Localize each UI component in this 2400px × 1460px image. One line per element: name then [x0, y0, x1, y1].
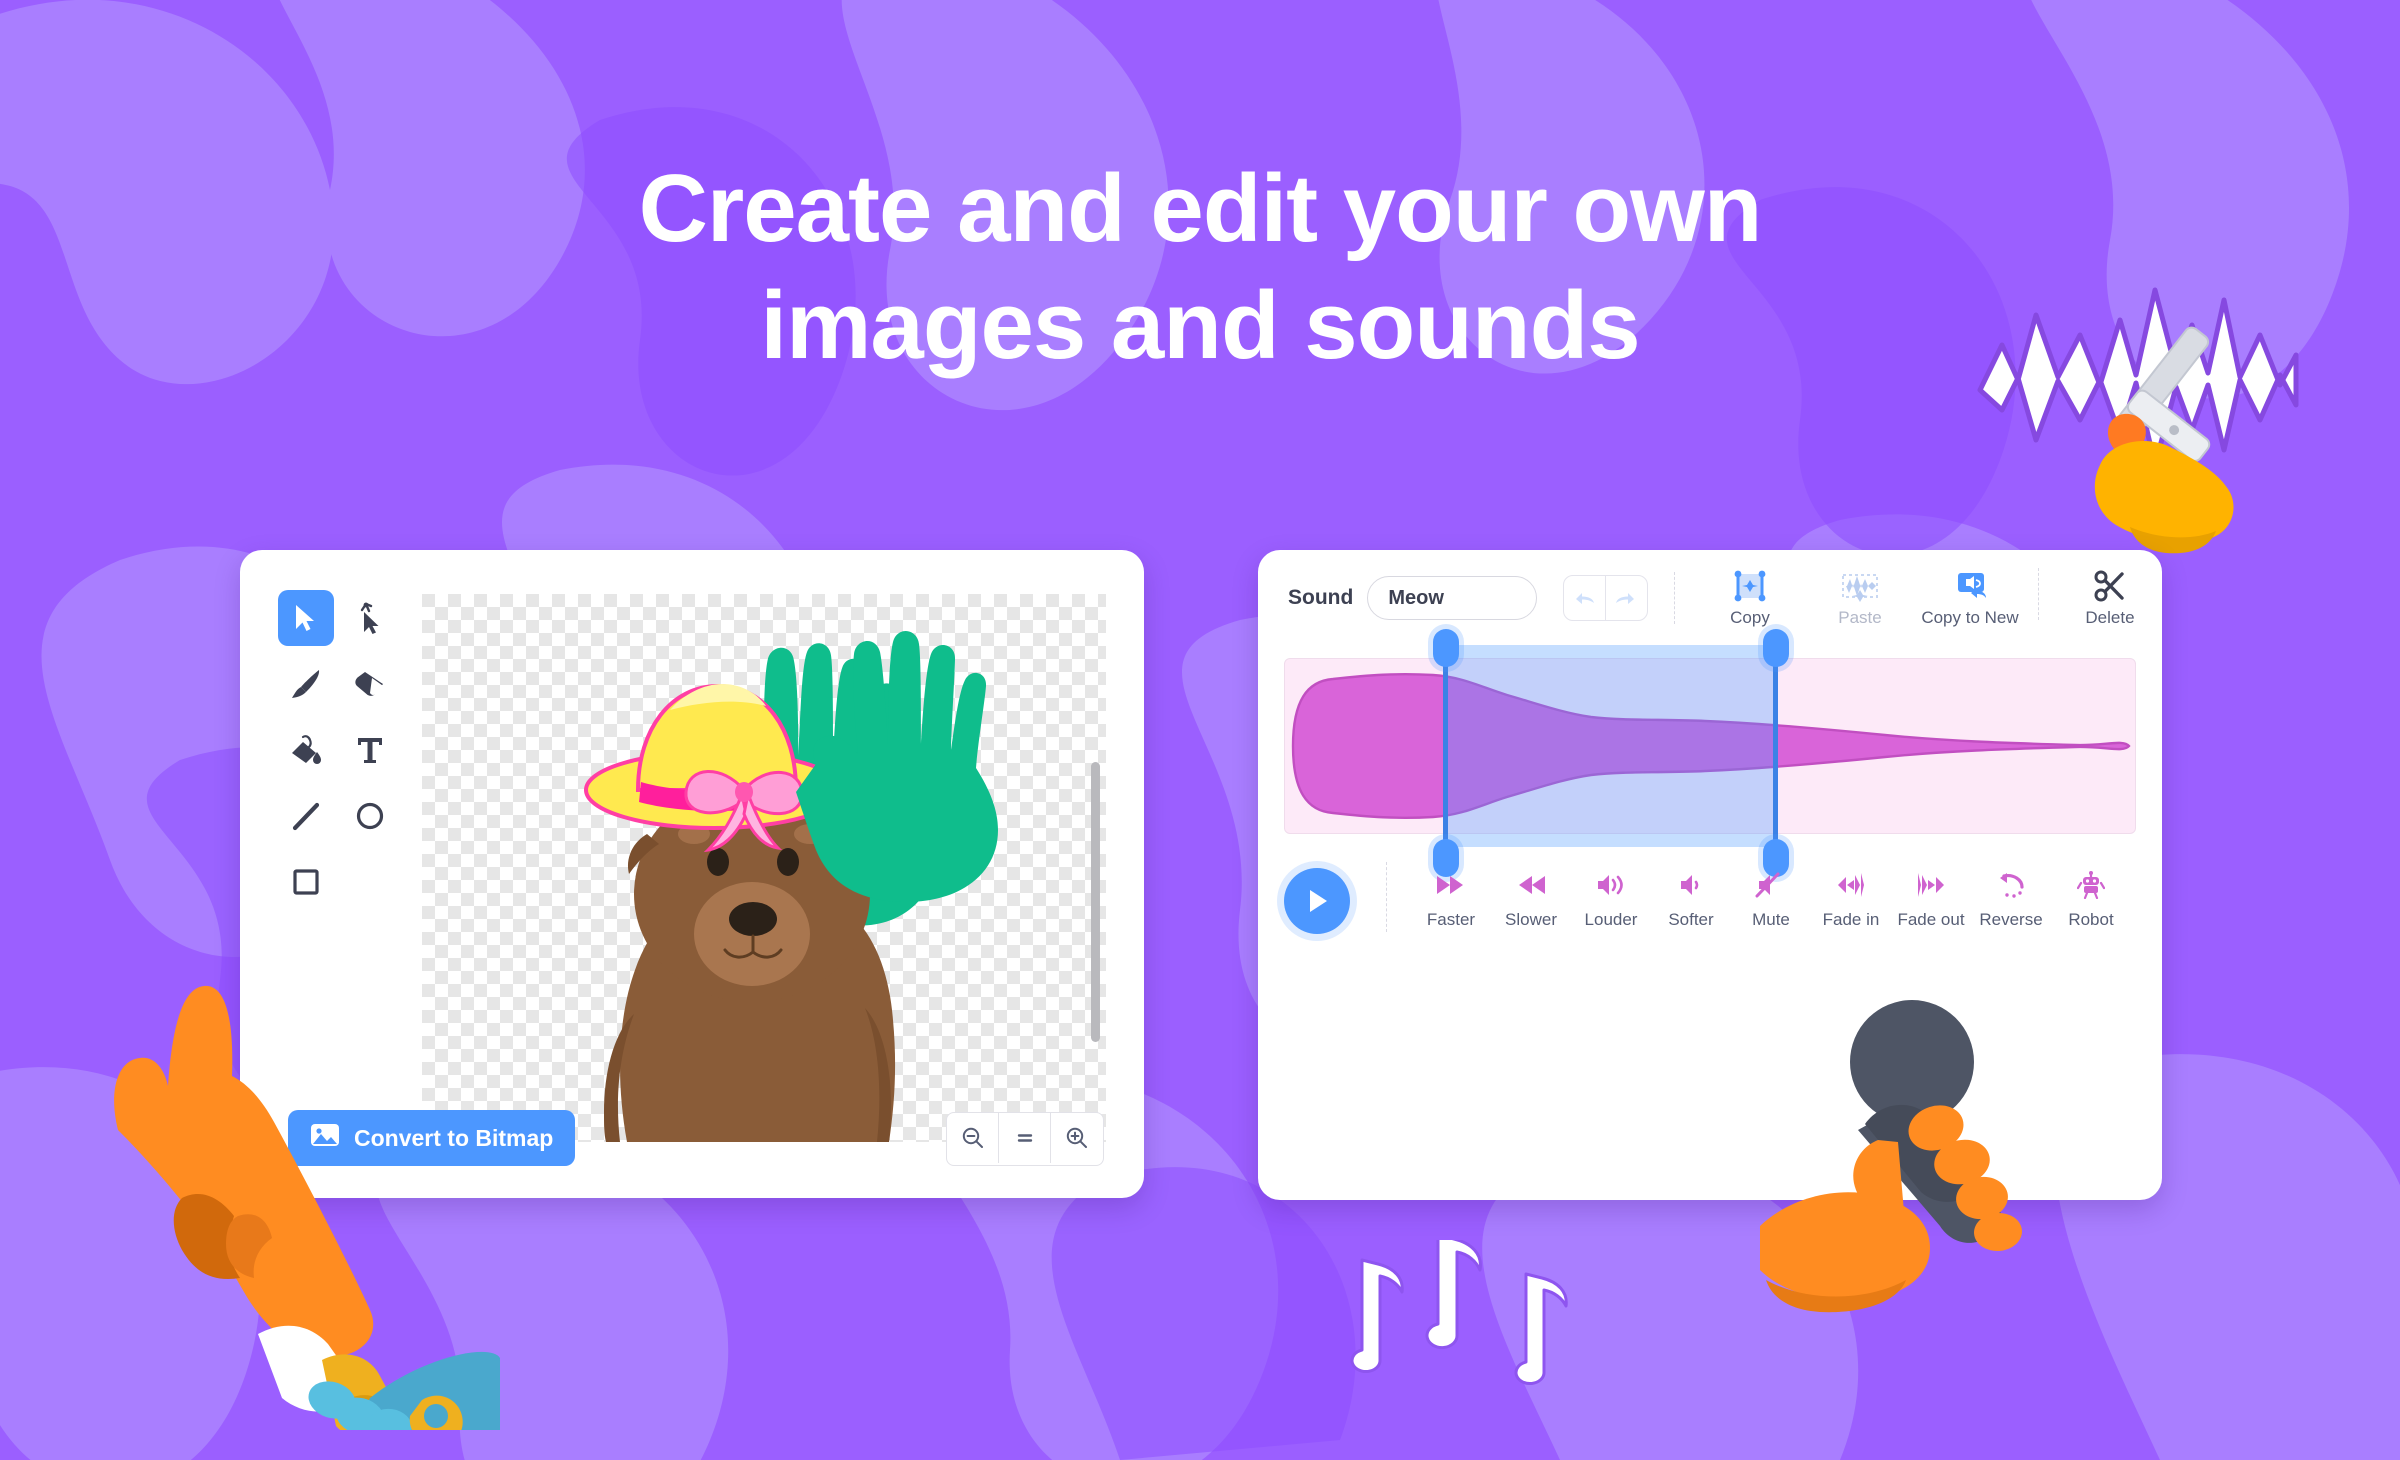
speaker-loud-icon: [1594, 870, 1628, 900]
rectangle-tool[interactable]: [278, 854, 334, 910]
play-button[interactable]: [1284, 868, 1350, 934]
fill-tool[interactable]: [278, 722, 334, 778]
headline-line-2: images and sounds: [760, 272, 1640, 380]
bear-sprite-artwork: [584, 630, 998, 1142]
effect-fade-out[interactable]: Fade out: [1892, 870, 1970, 930]
music-notes-illustration: [1350, 1240, 1568, 1385]
effect-softer-label: Softer: [1668, 910, 1714, 929]
sound-effects-row: Faster Slower Louder Softer Mute Fade in…: [1284, 862, 2136, 970]
redo-button[interactable]: [1606, 576, 1647, 620]
effect-fade-out-label: Fade out: [1897, 910, 1965, 929]
canvas-vertical-scrollbar[interactable]: [1091, 762, 1100, 1042]
select-tool[interactable]: [278, 590, 334, 646]
copy-button[interactable]: Copy: [1698, 568, 1802, 628]
waveform-selection-overlay[interactable]: [1445, 645, 1775, 847]
paintbrush-illustration: [114, 985, 500, 1430]
effect-softer[interactable]: Softer: [1652, 870, 1730, 930]
waveform-display[interactable]: [1284, 629, 2136, 877]
sound-toolbar-actions: Copy Paste Copy to New Delete: [1698, 568, 2162, 628]
speaker-mute-icon: [1754, 870, 1788, 900]
toolbar-divider-right: [2037, 568, 2040, 620]
effect-fade-in-label: Fade in: [1822, 910, 1880, 929]
page-title: Create and edit your own images and soun…: [0, 150, 2400, 384]
selection-start-line[interactable]: [1443, 645, 1448, 847]
delete-label: Delete: [2085, 608, 2135, 627]
sound-label: Sound: [1288, 586, 1354, 609]
tool-palette: [278, 590, 398, 910]
rewind-icon: [1514, 870, 1548, 900]
selection-end-handle-top[interactable]: [1763, 629, 1789, 667]
effect-faster-label: Faster: [1426, 910, 1476, 929]
effect-slower[interactable]: Slower: [1492, 870, 1570, 930]
reshape-tool[interactable]: [342, 590, 398, 646]
fade-in-icon: [1834, 870, 1868, 900]
music-note-3: [1514, 1272, 1568, 1385]
paste-label: Paste: [1838, 608, 1882, 627]
effect-robot[interactable]: Robot: [2052, 870, 2130, 930]
robot-icon: [2077, 870, 2105, 900]
selection-start-handle-top[interactable]: [1433, 629, 1459, 667]
paste-waveform-icon: [1837, 568, 1883, 602]
fade-out-icon: [1914, 870, 1948, 900]
microphone-illustration: [1760, 1000, 2022, 1313]
undo-redo-group: [1563, 575, 1649, 621]
music-note-1: [1350, 1258, 1404, 1373]
paste-button[interactable]: Paste: [1808, 568, 1912, 628]
brush-tool[interactable]: [278, 656, 334, 712]
effect-mute[interactable]: Mute: [1732, 870, 1810, 930]
toolbar-divider-left: [1674, 572, 1676, 624]
fast-forward-icon: [1434, 870, 1468, 900]
music-note-2: [1425, 1240, 1482, 1350]
copy-to-new-button[interactable]: Copy to New: [1918, 568, 2022, 628]
effect-slower-label: Slower: [1505, 910, 1557, 929]
effect-reverse-label: Reverse: [1979, 910, 2043, 929]
sound-name-value: Meow: [1388, 586, 1444, 609]
copy-label: Copy: [1730, 608, 1770, 627]
zoom-in-button[interactable]: [1051, 1113, 1103, 1163]
speaker-soft-icon: [1674, 870, 1708, 900]
headline-line-1: Create and edit your own: [638, 155, 1763, 262]
copy-selection-icon: [1727, 568, 1773, 602]
zoom-reset-button[interactable]: [999, 1113, 1051, 1163]
zoom-out-button[interactable]: [947, 1113, 999, 1163]
effects-list: Faster Slower Louder Softer Mute Fade in…: [1394, 862, 2136, 930]
effects-divider: [1386, 862, 1388, 932]
effect-mute-label: Mute: [1752, 910, 1790, 929]
circle-tool[interactable]: [342, 788, 398, 844]
sound-name-input[interactable]: Meow: [1367, 576, 1538, 620]
sound-toolbar: Sound Meow Copy Paste Copy to New Delete: [1258, 550, 2162, 646]
play-triangle-icon: [1310, 890, 1327, 912]
undo-button[interactable]: [1564, 576, 1606, 620]
reverse-arrow-icon: [1996, 870, 2026, 900]
zoom-controls: [946, 1112, 1104, 1166]
text-tool[interactable]: [342, 722, 398, 778]
selection-end-line[interactable]: [1773, 645, 1778, 847]
paint-canvas[interactable]: [422, 594, 1106, 1142]
effect-louder[interactable]: Louder: [1572, 870, 1650, 930]
effect-louder-label: Louder: [1584, 910, 1638, 929]
effect-robot-label: Robot: [2068, 910, 2114, 929]
copy-to-new-label: Copy to New: [1921, 608, 2019, 627]
copy-to-new-icon: [1947, 568, 1993, 602]
scissors-icon: [2092, 568, 2128, 602]
effect-faster[interactable]: Faster: [1412, 870, 1490, 930]
eraser-tool[interactable]: [342, 656, 398, 712]
delete-button[interactable]: Delete: [2058, 568, 2162, 628]
effect-fade-in[interactable]: Fade in: [1812, 870, 1890, 930]
effect-reverse[interactable]: Reverse: [1972, 870, 2050, 930]
line-tool[interactable]: [278, 788, 334, 844]
